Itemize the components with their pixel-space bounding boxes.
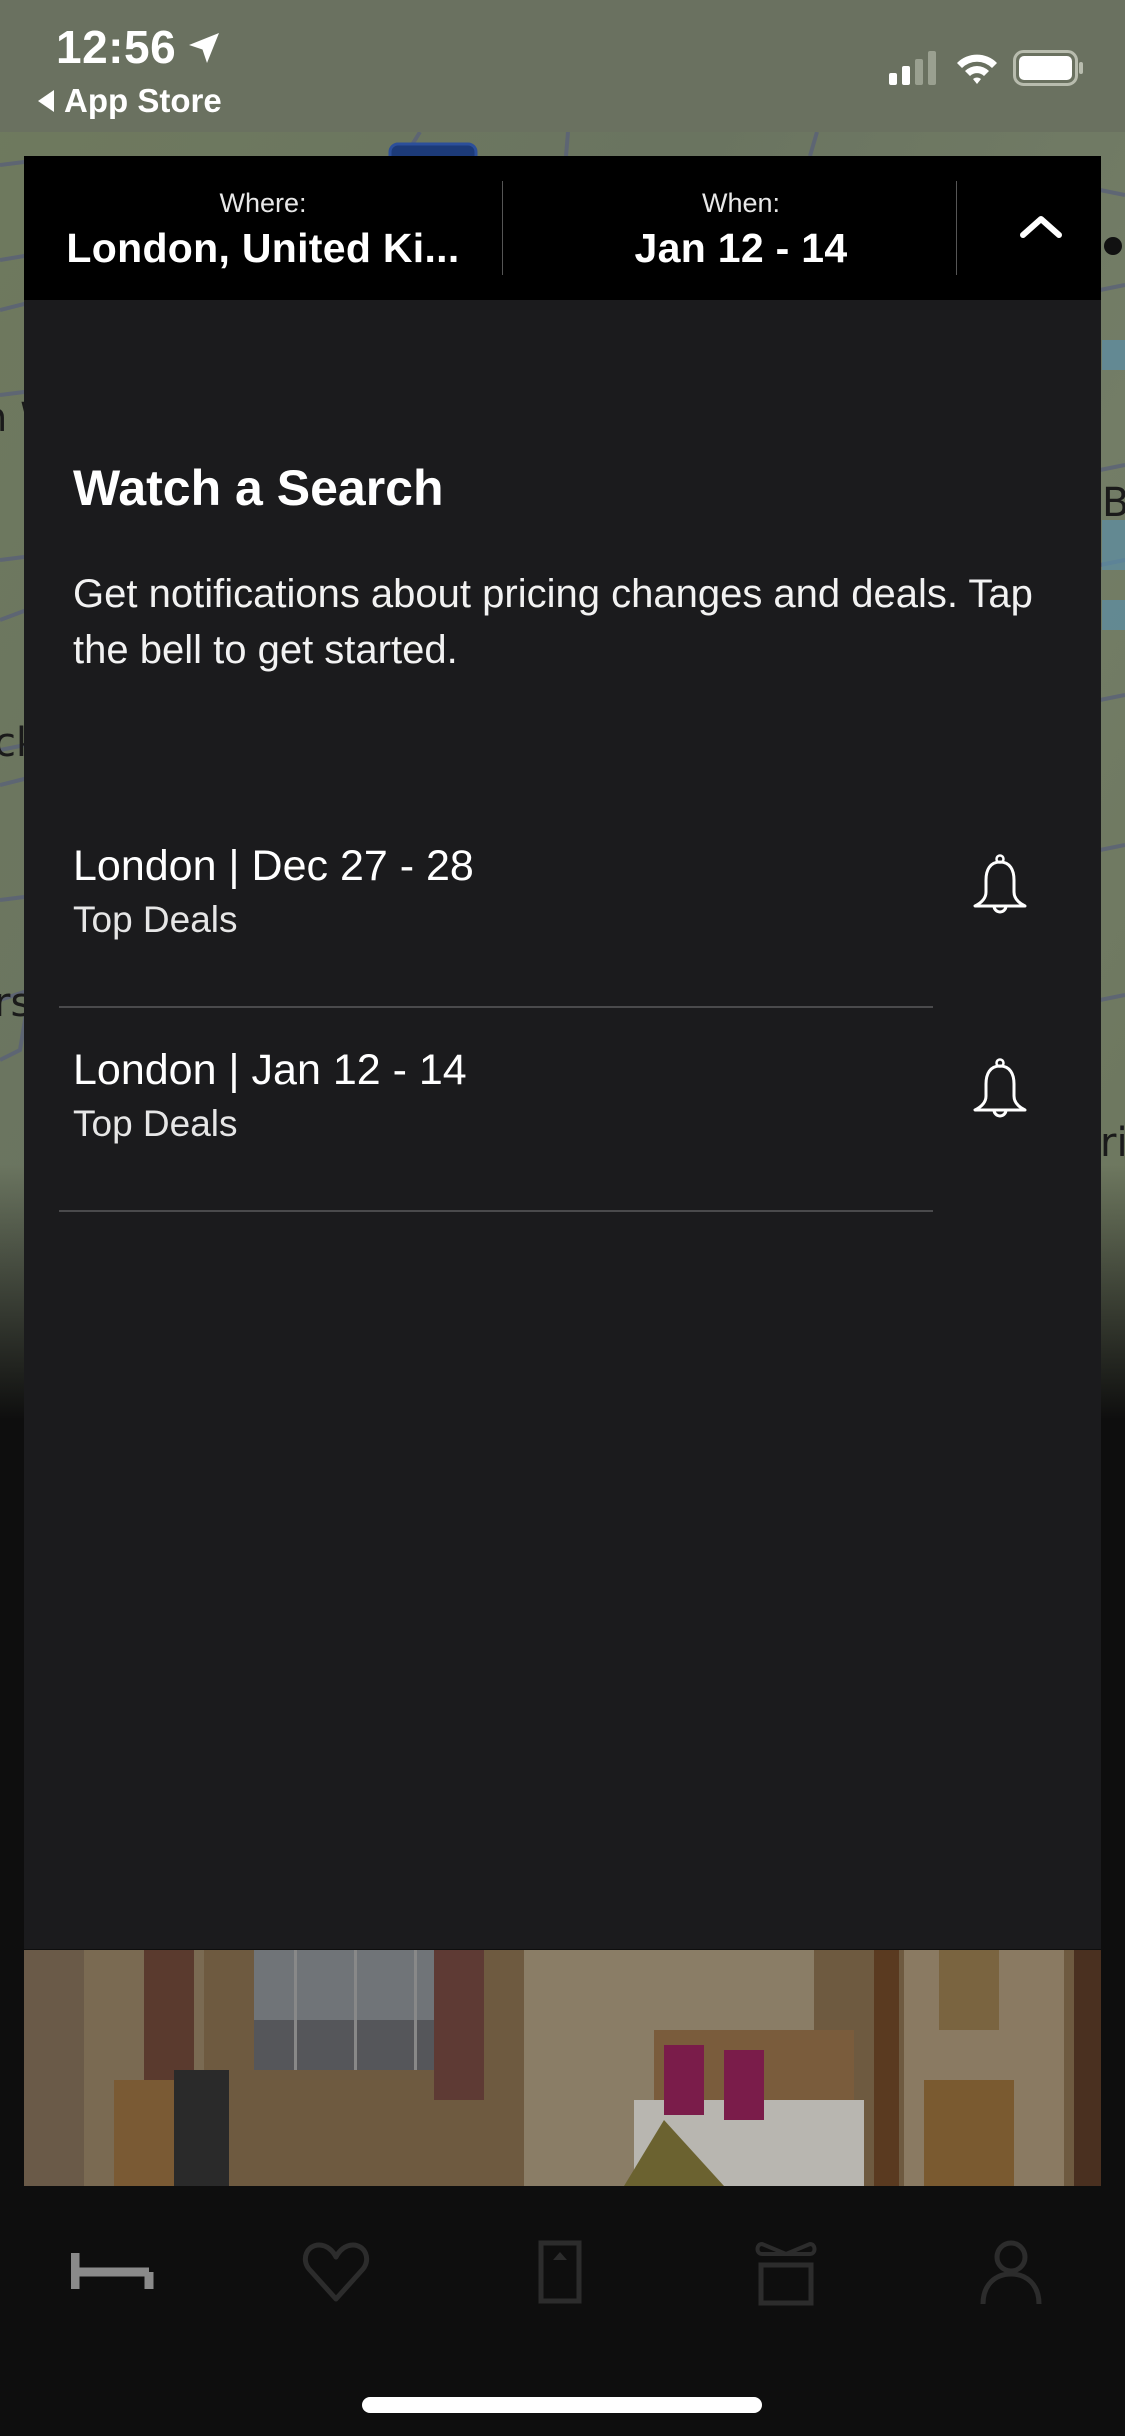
map-dot [1104,237,1122,255]
watch-item-subtitle: Top Deals [73,899,238,940]
status-indicators [889,50,1085,91]
where-value: London, United Ki... [66,225,460,271]
hotel-photo[interactable] [24,1950,1101,2186]
tab-rewards[interactable] [736,2230,836,2320]
watch-search-description: Get notifications about pricing changes … [73,572,1033,672]
watch-item-title: London | Dec 27 - 28 [73,842,474,890]
bell-icon[interactable] [970,854,1030,925]
when-field[interactable]: When: Jan 12 - 14 [504,156,978,300]
when-value: Jan 12 - 14 [634,225,848,271]
heart-icon [301,2241,371,2310]
gift-icon [754,2240,818,2311]
watch-item-title: London | Jan 12 - 14 [73,1046,467,1094]
tab-stays[interactable] [63,2230,163,2320]
map-label: ri [1100,1120,1125,1166]
divider [502,181,503,275]
where-field[interactable]: Where: London, United Ki... [24,156,502,300]
wifi-icon [955,51,999,90]
battery-icon [1013,50,1085,91]
where-label: Where: [219,188,307,218]
watch-item-subtitle: Top Deals [73,1103,238,1144]
watch-search-panel: Where: London, United Ki... When: Jan 12… [24,156,1101,1949]
bed-icon [70,2252,155,2298]
map-label: B [1102,480,1125,526]
back-arrow-icon [38,90,54,112]
divider [956,181,957,275]
door-icon [538,2240,584,2311]
back-app-label: App Store [64,82,222,119]
collapse-button[interactable] [980,156,1101,300]
when-label: When: [701,188,781,218]
home-indicator[interactable] [362,2397,762,2413]
list-separator [59,1210,933,1212]
search-header: Where: London, United Ki... When: Jan 12… [24,156,1101,300]
tab-trips[interactable] [511,2230,611,2320]
person-icon [978,2240,1044,2311]
cellular-signal-icon [889,51,941,90]
watch-list-item[interactable]: London | Dec 27 - 28 Top Deals [24,804,1101,1008]
status-bar: 12:56 App Store [0,0,1125,132]
back-to-app-store[interactable]: App Store [38,82,222,120]
chevron-up-icon [1019,213,1063,244]
watch-list-item[interactable]: London | Jan 12 - 14 Top Deals [24,1008,1101,1212]
tab-favorites[interactable] [286,2230,386,2320]
location-arrow-icon [186,30,222,71]
tab-account[interactable] [961,2230,1061,2320]
watch-search-title: Watch a Search [73,460,444,516]
bell-icon[interactable] [970,1058,1030,1129]
status-time: 12:56 [56,21,177,73]
